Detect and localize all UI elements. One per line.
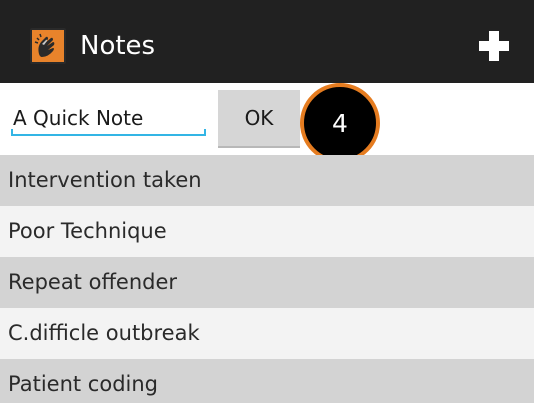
action-bar: Notes	[0, 0, 534, 83]
add-note-button[interactable]	[474, 26, 514, 66]
app-title: Notes	[80, 31, 156, 61]
plus-icon	[479, 31, 509, 61]
step-number-badge: 4	[300, 83, 380, 163]
list-item[interactable]: Patient coding	[0, 359, 534, 403]
list-item[interactable]: Repeat offender	[0, 257, 534, 308]
list-item[interactable]: C.difficle outbreak	[0, 308, 534, 359]
clapping-hands-icon[interactable]	[30, 28, 66, 64]
input-underline	[11, 129, 206, 136]
quick-note-input[interactable]	[11, 98, 206, 138]
list-item[interactable]: Poor Technique	[0, 206, 534, 257]
quick-note-row: OK 4	[0, 83, 534, 163]
notes-screen: Notes OK 4 Intervention takenPoor Techni…	[0, 0, 534, 403]
list-item[interactable]: Intervention taken	[0, 155, 534, 206]
ok-button[interactable]: OK	[218, 90, 300, 148]
notes-list: Intervention taken Poor Technique Repeat o…	[0, 155, 534, 403]
